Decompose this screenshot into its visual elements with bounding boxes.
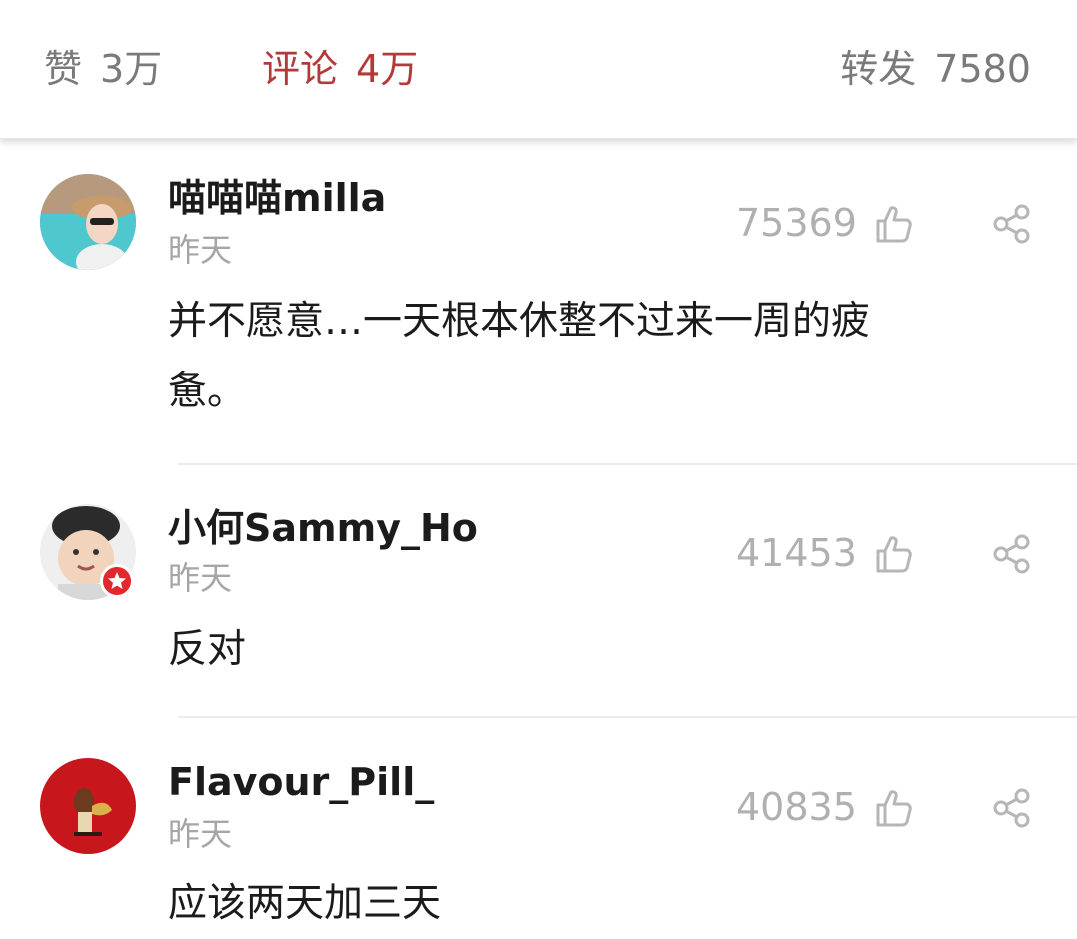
- verified-badge-icon: [100, 564, 134, 598]
- thumbs-up-icon[interactable]: [872, 533, 914, 575]
- tab-comments[interactable]: 评论 4万: [262, 44, 418, 94]
- comment-divider: [178, 716, 1077, 718]
- tab-comments-count: 4万: [356, 47, 419, 91]
- comment-username[interactable]: Flavour_Pill_: [168, 758, 434, 806]
- comment-divider: [178, 463, 1077, 465]
- tab-reposts-count: 7580: [934, 47, 1031, 91]
- comment-like-count: 75369: [736, 201, 857, 245]
- comment-like-count: 40835: [736, 785, 857, 829]
- comment-time: 昨天: [168, 815, 233, 853]
- thumbs-up-icon[interactable]: [872, 203, 914, 245]
- avatar[interactable]: [40, 758, 136, 854]
- tab-reposts[interactable]: 转发 7580: [840, 44, 1031, 94]
- tab-likes[interactable]: 赞 3万: [44, 44, 162, 94]
- thumbs-up-icon[interactable]: [872, 787, 914, 829]
- share-icon[interactable]: [992, 204, 1032, 244]
- tab-likes-label: 赞: [44, 47, 83, 91]
- comment-text: 应该两天加三天: [168, 881, 442, 926]
- share-icon[interactable]: [992, 788, 1032, 828]
- interaction-tab-bar: 赞 3万 评论 4万 转发 7580: [0, 0, 1077, 139]
- tab-comments-label: 评论: [262, 47, 339, 91]
- comment-like-count: 41453: [736, 531, 857, 575]
- comment-username[interactable]: 喵喵喵milla: [168, 174, 386, 222]
- tab-likes-count: 3万: [100, 47, 163, 91]
- avatar[interactable]: [40, 174, 136, 270]
- comment-time: 昨天: [168, 559, 233, 597]
- comment-text: 并不愿意…一天根本休整不过来一周的疲惫。: [168, 299, 871, 414]
- comment-text: 反对: [168, 627, 247, 672]
- comment-time: 昨天: [168, 231, 233, 269]
- comment-username[interactable]: 小何Sammy_Ho: [168, 504, 478, 552]
- share-icon[interactable]: [992, 534, 1032, 574]
- tab-reposts-label: 转发: [840, 47, 917, 91]
